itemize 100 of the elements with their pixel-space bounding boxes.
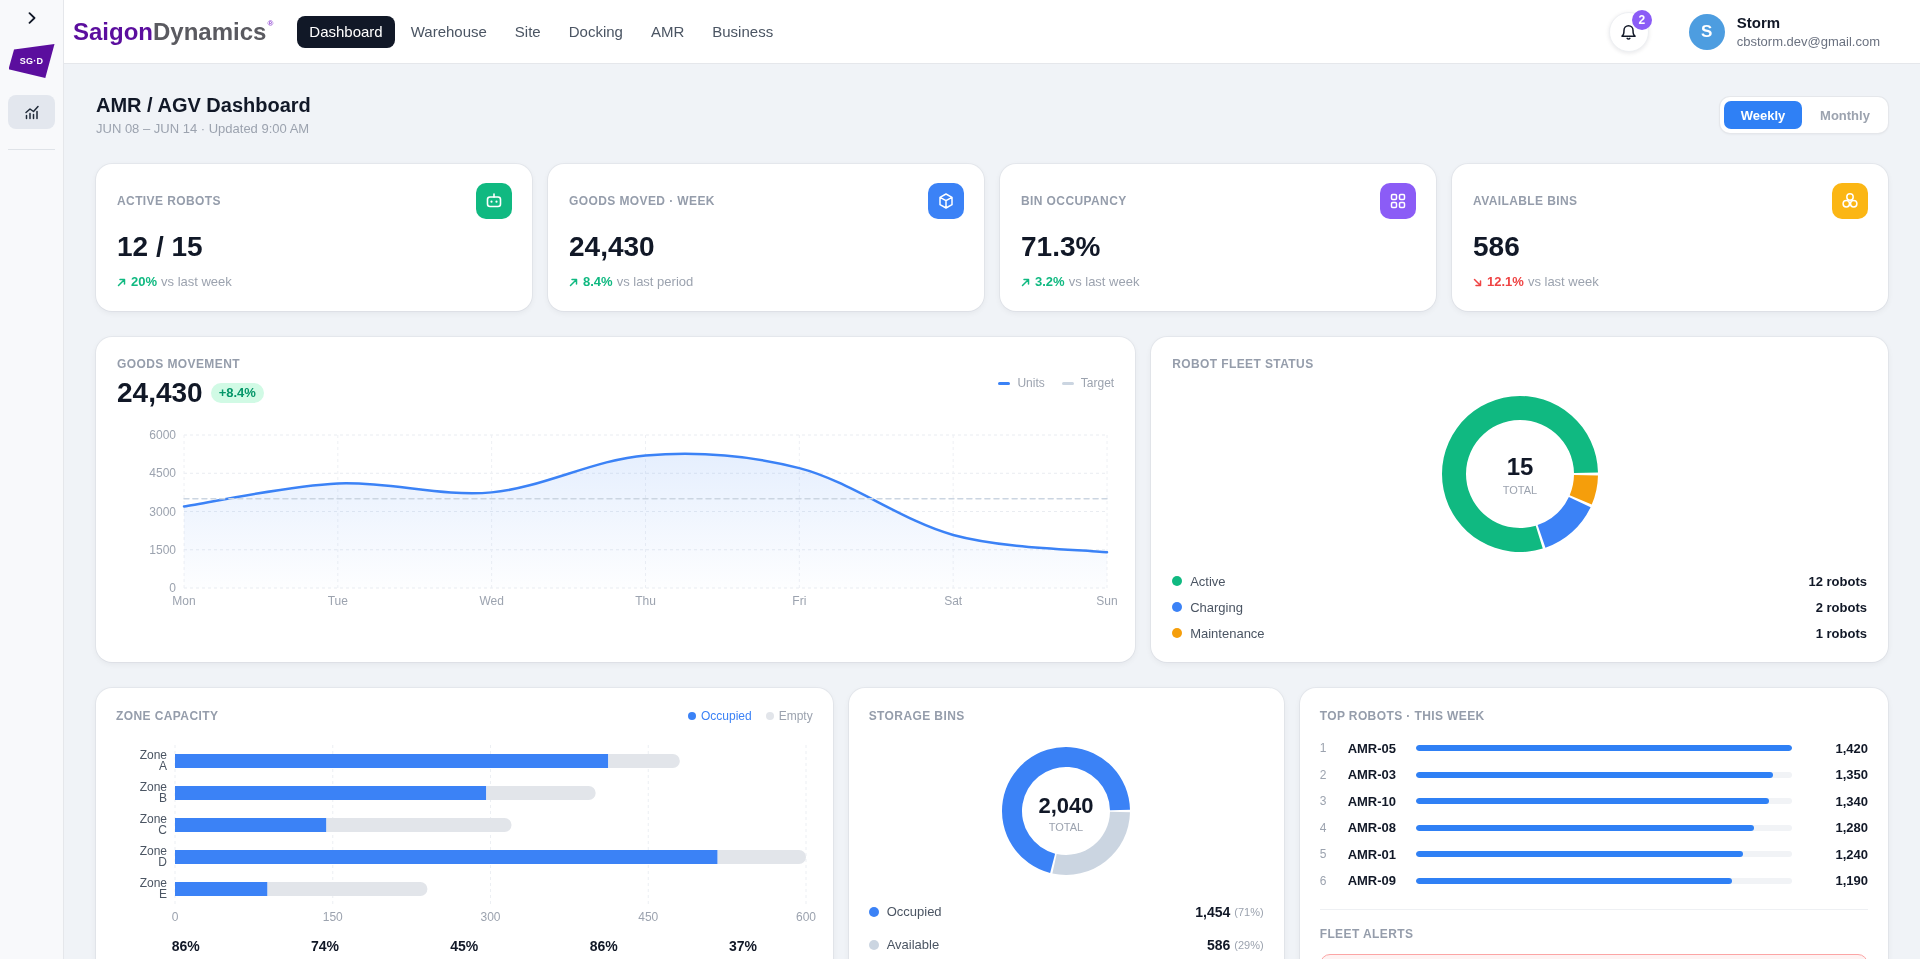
brand-logo: SG·D	[8, 44, 55, 78]
category-label: Zone A	[138, 750, 167, 772]
x-axis-label: Tue	[327, 594, 348, 608]
donut-total-label: TOTAL	[1048, 821, 1084, 833]
card-title: TOP ROBOTS · THIS WEEK	[1319, 708, 1486, 724]
card-title: GOODS MOVEMENT	[117, 356, 241, 372]
legend-value: 12 robots	[1808, 573, 1867, 589]
robot-value: 1,420	[1834, 740, 1868, 756]
legend-label: Charging	[1190, 599, 1243, 615]
nav-tab[interactable]: Site	[502, 15, 553, 48]
category-label: Zone D	[138, 846, 167, 868]
x-axis-label: Sun	[1096, 594, 1118, 608]
robot-value: 1,240	[1834, 846, 1868, 862]
x-axis-label: Wed	[479, 594, 504, 608]
legend-label[interactable]: Occupied	[700, 708, 752, 724]
kpi-value: 71.3%	[1021, 230, 1102, 264]
robot-value: 1,190	[1834, 873, 1868, 889]
legend-value: 2 robots	[1815, 599, 1867, 615]
robot-name: AMR-10	[1347, 793, 1398, 809]
kpi-label: BIN OCCUPANCY	[1021, 193, 1127, 209]
rank-number: 1	[1319, 741, 1328, 756]
brand-name: SaigonDynamics®	[73, 16, 274, 47]
nav-tab[interactable]: Dashboard	[297, 15, 395, 48]
rank-number: 2	[1319, 767, 1328, 782]
page-title: AMR / AGV Dashboard	[96, 93, 311, 118]
change-caption: vs last week	[161, 273, 232, 291]
card-title: ROBOT FLEET STATUS	[1172, 356, 1315, 372]
nav-tab[interactable]: Warehouse	[398, 15, 499, 48]
kpi-value: 586	[1473, 230, 1521, 264]
category-label: Zone E	[138, 878, 167, 900]
donut-total-label: TOTAL	[1502, 484, 1537, 496]
card-title: ZONE CAPACITY	[116, 708, 219, 724]
x-axis-label: 300	[480, 910, 501, 924]
legend-share: (71%)	[1234, 905, 1264, 918]
utilization-value: 86%	[588, 937, 619, 955]
change-value: 20%	[131, 273, 158, 291]
kpi-label: GOODS MOVED · WEEK	[569, 193, 715, 209]
notification-badge: 2	[1631, 9, 1652, 30]
legend-label: Occupied	[886, 904, 942, 919]
nav-tab[interactable]: Docking	[556, 15, 635, 48]
legend-value: 1 robots	[1815, 625, 1867, 641]
rank-number: 5	[1319, 847, 1328, 862]
x-axis-label: 0	[171, 910, 179, 924]
category-label: Zone B	[138, 782, 167, 804]
y-axis-label: 6000	[149, 428, 176, 442]
donut-total-value: 15	[1506, 452, 1533, 480]
user-email: cbstorm.dev@gmail.com	[1736, 33, 1880, 50]
card-title: STORAGE BINS	[868, 708, 966, 724]
section-title: FLEET ALERTS	[1319, 926, 1415, 942]
robot-value: 1,280	[1834, 820, 1868, 836]
period-option[interactable]: Weekly	[1724, 101, 1802, 129]
bell-icon	[1621, 23, 1637, 40]
x-axis-label: Fri	[792, 594, 807, 608]
utilization-value: 45%	[449, 937, 480, 955]
robot-name: AMR-09	[1347, 873, 1398, 889]
x-axis-label: 450	[638, 910, 659, 924]
x-axis-label: 150	[322, 910, 343, 924]
change-badge: +8.4%	[210, 383, 264, 403]
nav-tab[interactable]: AMR	[638, 15, 697, 48]
legend-dot	[765, 712, 774, 720]
change-value: 3.2%	[1035, 273, 1065, 291]
chevron-right-icon[interactable]	[27, 12, 36, 24]
legend-value: 586	[1206, 936, 1231, 953]
y-axis-label: 1500	[149, 542, 176, 557]
robot-name: AMR-03	[1347, 767, 1398, 783]
change-caption: vs last week	[1527, 273, 1599, 291]
rank-number: 3	[1319, 794, 1328, 809]
legend-label: Maintenance	[1190, 625, 1265, 641]
chart-icon	[23, 104, 40, 120]
donut-total-value: 2,040	[1038, 792, 1094, 818]
change-caption: vs last week	[1068, 273, 1140, 291]
robot-name: AMR-01	[1347, 846, 1398, 862]
rank-number: 4	[1319, 820, 1328, 835]
page-subtitle: JUN 08 – JUN 14 · Updated 9:00 AM	[96, 120, 311, 138]
y-axis-label: 4500	[149, 466, 176, 481]
robot-value: 1,340	[1834, 793, 1868, 809]
x-axis-label: Thu	[635, 594, 656, 608]
y-axis-label: 0	[169, 581, 176, 595]
nav-tab[interactable]: Business	[700, 15, 786, 48]
kpi-value: 12 / 15	[117, 230, 204, 264]
change-caption: vs last period	[616, 273, 694, 291]
kpi-value: 24,430	[569, 230, 656, 264]
x-axis-label: Mon	[172, 594, 196, 608]
legend-dot	[687, 712, 696, 720]
x-axis-label: 600	[796, 910, 816, 924]
utilization-value: 37%	[727, 937, 758, 955]
change-value: 8.4%	[583, 273, 613, 291]
legend-share: (29%)	[1234, 938, 1264, 951]
kpi-label: ACTIVE ROBOTS	[117, 193, 221, 209]
y-axis-label: 3000	[149, 504, 176, 519]
robot-name: AMR-08	[1347, 820, 1398, 836]
utilization-value: 86%	[170, 937, 201, 955]
robot-value: 1,350	[1834, 767, 1868, 783]
user-name: Storm	[1736, 13, 1782, 32]
rank-number: 6	[1319, 873, 1328, 888]
kpi-label: AVAILABLE BINS	[1473, 193, 1578, 209]
total-value: 24,430	[117, 376, 203, 410]
analytics-nav-item[interactable]	[8, 95, 55, 129]
legend-label: Units	[1017, 375, 1045, 391]
legend-value: 1,454	[1195, 903, 1231, 920]
